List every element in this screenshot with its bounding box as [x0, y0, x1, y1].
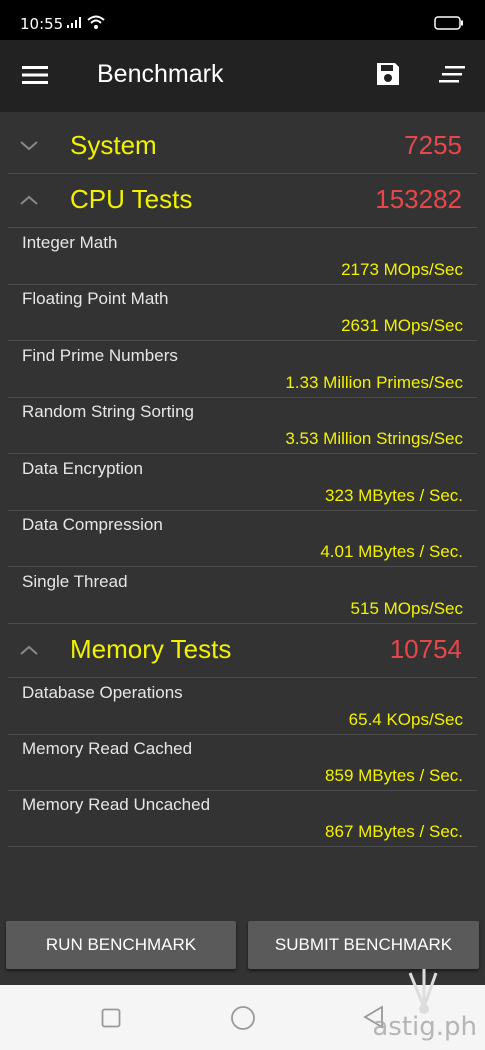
chevron-down-icon	[20, 141, 38, 151]
section-memory-tests[interactable]: Memory Tests 10754	[8, 624, 477, 678]
app-bar: Benchmark	[0, 40, 485, 112]
result-value: 65.4 KOps/Sec	[348, 710, 463, 729]
result-value: 323 MBytes / Sec.	[325, 486, 463, 505]
section-title: Memory Tests	[70, 634, 232, 664]
wifi-icon	[87, 15, 105, 29]
result-label: Single Thread	[22, 572, 128, 591]
result-value: 867 MBytes / Sec.	[325, 822, 463, 841]
result-row: Memory Read Uncached 867 MBytes / Sec.	[8, 790, 477, 847]
result-row: Memory Read Cached 859 MBytes / Sec.	[8, 734, 477, 791]
menu-icon[interactable]	[22, 65, 50, 85]
result-label: Memory Read Cached	[22, 739, 193, 758]
section-system[interactable]: System 7255	[8, 120, 477, 174]
result-label: Integer Math	[22, 233, 118, 252]
result-label: Database Operations	[22, 683, 183, 702]
status-bar: 10:55	[0, 0, 485, 40]
result-row: Database Operations 65.4 KOps/Sec	[8, 678, 477, 735]
section-score: 153282	[375, 184, 462, 214]
result-value: 2173 MOps/Sec	[341, 260, 463, 279]
result-value: 3.53 Million Strings/Sec	[285, 429, 463, 448]
section-title: System	[70, 130, 157, 160]
watermark-text: astig.ph	[372, 1012, 477, 1042]
result-label: Data Compression	[22, 515, 163, 534]
chevron-up-icon	[20, 645, 38, 655]
section-score: 7255	[404, 130, 462, 160]
result-row: Random String Sorting 3.53 Million Strin…	[8, 397, 477, 454]
battery-icon	[434, 16, 463, 30]
home-icon[interactable]	[230, 1005, 256, 1031]
section-score: 10754	[389, 634, 462, 664]
page-title: Benchmark	[97, 60, 224, 88]
result-row: Data Compression 4.01 MBytes / Sec.	[8, 510, 477, 567]
result-row: Find Prime Numbers 1.33 Million Primes/S…	[8, 341, 477, 398]
signal-icon	[67, 17, 81, 28]
run-benchmark-button[interactable]: RUN BENCHMARK	[6, 921, 236, 969]
result-label: Floating Point Math	[22, 289, 169, 308]
result-value: 515 MOps/Sec	[350, 599, 463, 618]
result-row: Integer Math 2173 MOps/Sec	[8, 228, 477, 285]
recents-icon[interactable]	[101, 1008, 121, 1028]
result-value: 1.33 Million Primes/Sec	[285, 373, 463, 392]
chevron-up-icon	[20, 195, 38, 205]
result-label: Find Prime Numbers	[22, 346, 178, 365]
result-row: Single Thread 515 MOps/Sec	[8, 567, 477, 624]
result-label: Memory Read Uncached	[22, 795, 211, 814]
watermark-logo-icon	[408, 969, 438, 1014]
result-value: 4.01 MBytes / Sec.	[320, 542, 463, 561]
result-row: Floating Point Math 2631 MOps/Sec	[8, 284, 477, 341]
result-label: Random String Sorting	[22, 402, 194, 421]
section-title: CPU Tests	[70, 184, 193, 214]
result-label: Data Encryption	[22, 459, 143, 478]
result-value: 859 MBytes / Sec.	[325, 766, 463, 785]
result-row: Data Encryption 323 MBytes / Sec.	[8, 454, 477, 511]
result-value: 2631 MOps/Sec	[341, 316, 463, 335]
section-cpu-tests[interactable]: CPU Tests 153282	[8, 174, 477, 228]
save-icon[interactable]	[375, 61, 401, 87]
status-time: 10:55	[20, 15, 64, 33]
sort-icon[interactable]	[439, 66, 465, 84]
submit-benchmark-button[interactable]: SUBMIT BENCHMARK	[248, 921, 479, 969]
